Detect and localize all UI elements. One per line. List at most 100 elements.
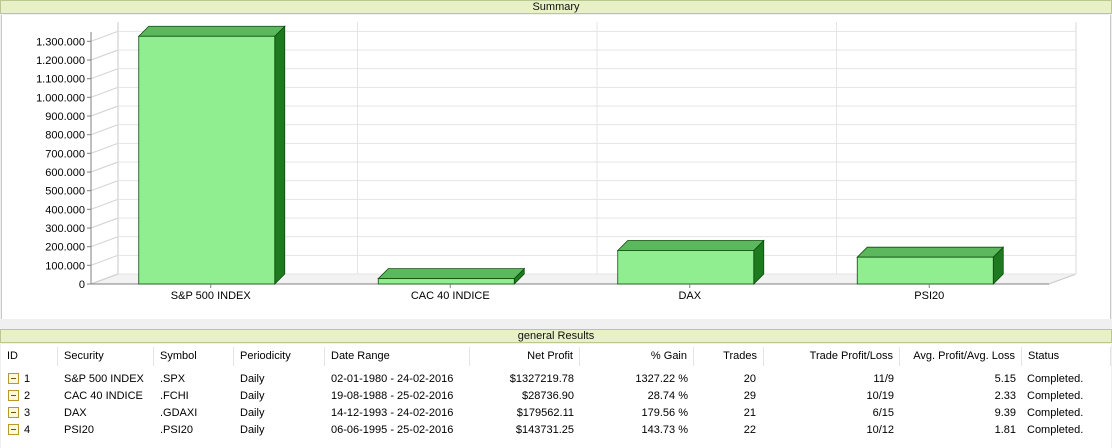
summary-panel-header: Summary	[0, 0, 1112, 14]
expand-row-icon[interactable]	[8, 424, 19, 435]
results-panel-header: general Results	[0, 329, 1112, 343]
y-gridline-side	[90, 124, 119, 136]
cell-trade-profit-loss: 6/15	[872, 407, 894, 419]
y-tick-label: 100.000	[45, 260, 85, 272]
bar-top	[616, 240, 765, 251]
x-tick-label: S&P 500 INDEX	[171, 290, 252, 302]
column-header-net-profit[interactable]: Net Profit	[470, 347, 580, 366]
cell-trade-profit-loss: 11/9	[873, 373, 894, 385]
summary-bar-chart: 0 100.000 200.000 300.000 400.000 500.000 600.…	[36, 22, 1077, 302]
cell-date-range: 06-06-1995 - 25-02-2016	[331, 424, 454, 436]
y-gridline-side	[90, 49, 119, 61]
cell-id: 3	[24, 407, 31, 419]
y-tick-label: 1.300.000	[36, 36, 85, 48]
column-header-trade-profit-loss[interactable]: Trade Profit/Loss	[764, 347, 900, 366]
y-gridline-side	[90, 161, 119, 173]
cell-gain: 179.56 %	[641, 407, 688, 419]
results-title: general Results	[517, 330, 595, 342]
y-tick-label: 1.200.000	[36, 55, 85, 67]
cell-gain: 28.74 %	[647, 390, 688, 402]
y-gridline-side	[90, 217, 119, 229]
column-header-gain[interactable]: % Gain	[580, 347, 694, 366]
y-tick-label: 1.000.000	[36, 92, 85, 104]
y-tick-label: 400.000	[45, 204, 85, 216]
cell-avg-profit-loss: 5.15	[994, 373, 1016, 385]
cell-status: Completed.	[1027, 407, 1084, 419]
summary-title: Summary	[532, 1, 580, 13]
y-gridline-side	[90, 236, 119, 248]
bar	[617, 250, 755, 285]
y-tick-label: 600.000	[45, 167, 85, 179]
table-row[interactable]: 3 DAX .GDAXI Daily 14-12-1993 - 24-02-20…	[1, 405, 1111, 422]
cell-net-profit: $179562.11	[516, 407, 574, 419]
cell-status: Completed.	[1027, 390, 1084, 402]
cell-trades: 29	[743, 390, 756, 402]
table-row[interactable]: 1 S&P 500 INDEX .SPX Daily 02-01-1980 - …	[1, 371, 1111, 388]
cell-net-profit: $1327219.78	[509, 373, 574, 385]
cell-status: Completed.	[1027, 424, 1084, 436]
bar	[138, 35, 276, 285]
column-header-avg-profit-loss[interactable]: Avg. Profit/Avg. Loss	[900, 347, 1022, 366]
cell-net-profit: $28736.90	[522, 390, 574, 402]
column-header-symbol[interactable]: Symbol	[154, 347, 234, 366]
y-gridline-side	[90, 142, 119, 154]
y-tick-label: 200.000	[45, 242, 85, 254]
cell-trade-profit-loss: 10/12	[866, 424, 894, 436]
y-gridline-side	[90, 86, 119, 98]
cell-symbol: .FCHI	[160, 390, 189, 402]
results-grid: ID Security Symbol Periodicity Date Rang…	[1, 344, 1111, 448]
cell-date-range: 14-12-1993 - 24-02-2016	[331, 407, 454, 419]
x-tick-label: PSI20	[914, 290, 944, 302]
cell-gain: 143.73 %	[641, 424, 688, 436]
summary-chart-area: 0 100.000 200.000 300.000 400.000 500.000 600.…	[1, 15, 1111, 319]
y-tick-label: 800.000	[45, 130, 85, 142]
cell-periodicity: Daily	[240, 373, 265, 385]
y-gridline-side	[90, 68, 119, 80]
cell-security: S&P 500 INDEX	[64, 373, 144, 385]
cell-security: CAC 40 INDICE	[64, 390, 143, 402]
column-header-date-range[interactable]: Date Range	[325, 347, 470, 366]
panel-splitter[interactable]	[0, 319, 1112, 329]
column-header-periodicity[interactable]: Periodicity	[234, 347, 325, 366]
expand-row-icon[interactable]	[8, 407, 19, 418]
table-row[interactable]: 4 PSI20 .PSI20 Daily 06-06-1995 - 25-02-…	[1, 422, 1111, 439]
cell-security: DAX	[64, 407, 87, 419]
y-tick-label: 300.000	[45, 223, 85, 235]
cell-symbol: .SPX	[160, 373, 186, 385]
column-header-security[interactable]: Security	[58, 347, 154, 366]
cell-periodicity: Daily	[240, 390, 265, 402]
y-tick-label: 1.100.000	[36, 74, 85, 86]
y-gridline-side	[90, 254, 119, 266]
cell-periodicity: Daily	[240, 424, 265, 436]
y-gridline-side	[90, 180, 119, 192]
cell-avg-profit-loss: 1.81	[994, 424, 1016, 436]
cell-symbol: .GDAXI	[160, 407, 198, 419]
bar-top	[856, 246, 1005, 258]
cell-periodicity: Daily	[240, 407, 265, 419]
x-tick-label: DAX	[678, 290, 701, 302]
cell-trade-profit-loss: 10/19	[866, 390, 894, 402]
y-tick-label: 700.000	[45, 148, 85, 160]
cell-trades: 20	[743, 373, 756, 385]
bar-top	[377, 268, 526, 280]
cell-id: 2	[24, 390, 31, 402]
cell-status: Completed.	[1027, 373, 1084, 385]
cell-gain: 1327.22 %	[635, 373, 688, 385]
bar-top	[137, 25, 286, 37]
table-row[interactable]: 2 CAC 40 INDICE .FCHI Daily 19-08-1988 -…	[1, 388, 1111, 405]
expand-row-icon[interactable]	[8, 373, 19, 384]
cell-trades: 21	[743, 407, 756, 419]
bar-side	[274, 25, 286, 285]
expand-row-icon[interactable]	[8, 390, 19, 401]
cell-net-profit: $143731.25	[515, 424, 574, 436]
cell-date-range: 02-01-1980 - 24-02-2016	[331, 373, 454, 385]
cell-avg-profit-loss: 2.33	[994, 390, 1016, 402]
y-tick-label: 900.000	[45, 111, 85, 123]
x-tick-label: CAC 40 INDICE	[411, 290, 490, 302]
column-header-status[interactable]: Status	[1022, 347, 1111, 366]
column-header-id[interactable]: ID	[1, 347, 58, 366]
bar	[377, 278, 515, 285]
column-header-trades[interactable]: Trades	[694, 347, 764, 366]
cell-id: 1	[24, 373, 31, 385]
cell-id: 4	[24, 424, 31, 436]
